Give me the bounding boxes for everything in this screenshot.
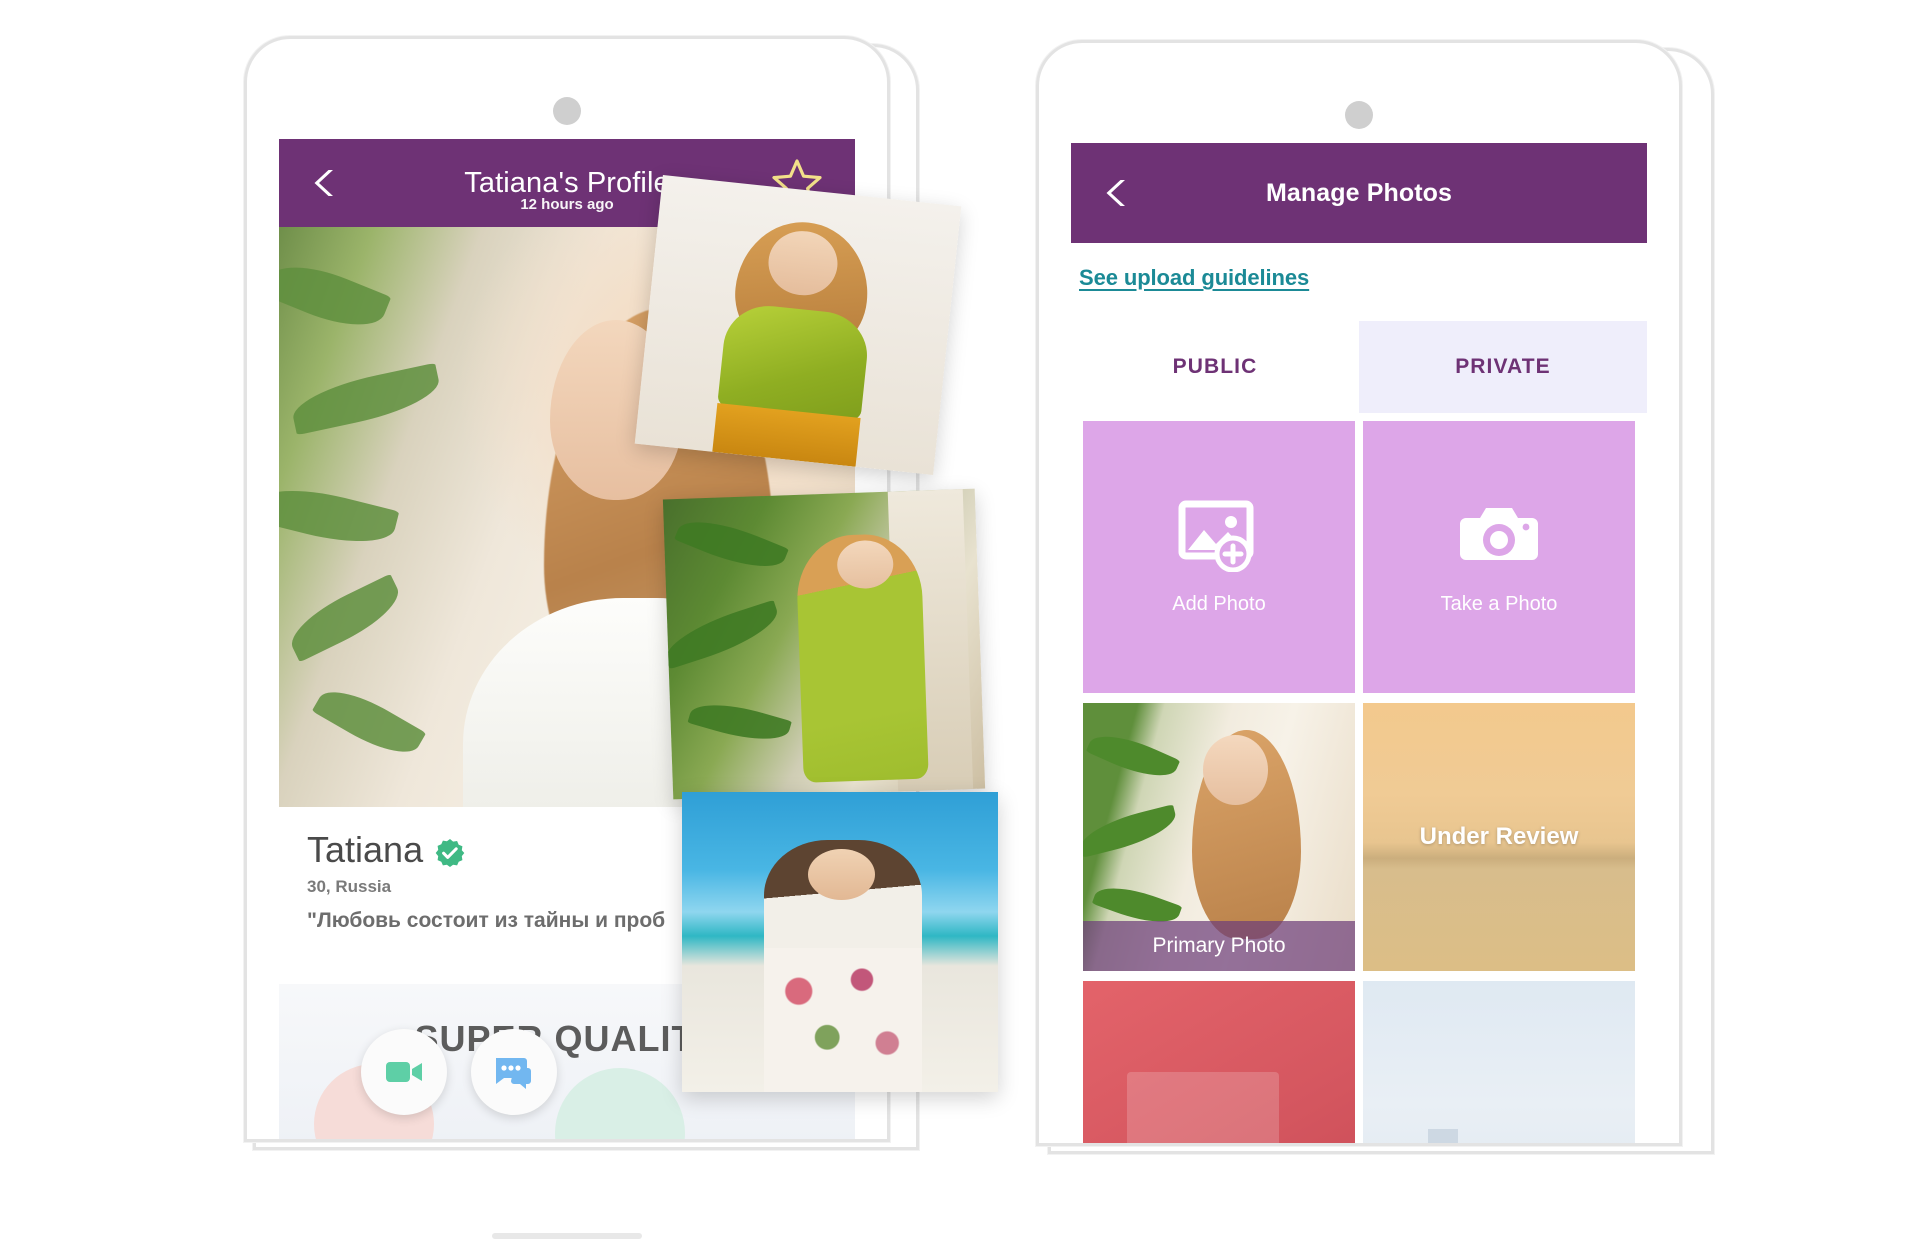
page-title: Tatiana's Profile (464, 166, 670, 199)
decorative-blob (555, 1068, 686, 1139)
see-upload-guidelines-link[interactable]: See upload guidelines (1079, 265, 1309, 291)
under-review-overlay: Under Review (1419, 823, 1579, 850)
photo-grid: Add Photo Take a Photo Primary Photo Und… (1071, 421, 1647, 1143)
earpiece-dot (553, 97, 581, 125)
add-photo-tile[interactable]: Add Photo (1083, 421, 1355, 693)
tab-public-label: PUBLIC (1172, 355, 1258, 378)
floating-photo-card[interactable] (662, 488, 986, 800)
screenshot-root: Tatiana's Profile 12 hours ago Tatiana 3… (0, 0, 1920, 1239)
chat-bubble-icon (496, 1058, 531, 1089)
photo-caption-primary: Primary Photo (1083, 921, 1355, 971)
floating-photo-card[interactable] (634, 175, 962, 475)
camera-icon (1456, 498, 1542, 577)
back-button[interactable] (309, 166, 343, 200)
earpiece-dot (1345, 101, 1373, 129)
photo-tile-city[interactable] (1363, 981, 1635, 1143)
video-call-button[interactable] (361, 1029, 447, 1115)
tab-private-label: PRIVATE (1455, 355, 1551, 378)
take-photo-tile[interactable]: Take a Photo (1363, 421, 1635, 693)
floating-photo-card[interactable] (682, 792, 998, 1092)
take-photo-label: Take a Photo (1440, 593, 1558, 615)
photo-tile-red[interactable] (1083, 981, 1355, 1143)
guidelines-row: See upload guidelines (1071, 243, 1647, 321)
profile-name: Tatiana (307, 829, 424, 870)
manage-photos-appbar: Manage Photos (1071, 143, 1647, 243)
photo-tile-under-review[interactable]: Under Review (1363, 703, 1635, 971)
back-button[interactable] (1101, 176, 1135, 210)
page-title: Manage Photos (1265, 178, 1453, 207)
tab-private[interactable]: PRIVATE (1359, 321, 1647, 413)
video-camera-icon (386, 1062, 422, 1082)
add-photo-icon (1176, 498, 1262, 577)
tab-public[interactable]: PUBLIC (1071, 321, 1359, 413)
verified-check-icon (435, 835, 465, 867)
photo-decoration (1428, 1129, 1459, 1143)
right-phone-screen: Manage Photos See upload guidelines PUBL… (1071, 143, 1647, 1143)
home-indicator (492, 1233, 642, 1239)
photo-tile-primary[interactable]: Primary Photo (1083, 703, 1355, 971)
chat-button[interactable] (471, 1029, 557, 1115)
right-phone-shell: Manage Photos See upload guidelines PUBL… (1036, 40, 1682, 1146)
photo-visibility-tabs: PUBLIC PRIVATE (1071, 321, 1647, 413)
photo-decoration (1126, 1072, 1279, 1143)
add-photo-label: Add Photo (1172, 593, 1266, 615)
